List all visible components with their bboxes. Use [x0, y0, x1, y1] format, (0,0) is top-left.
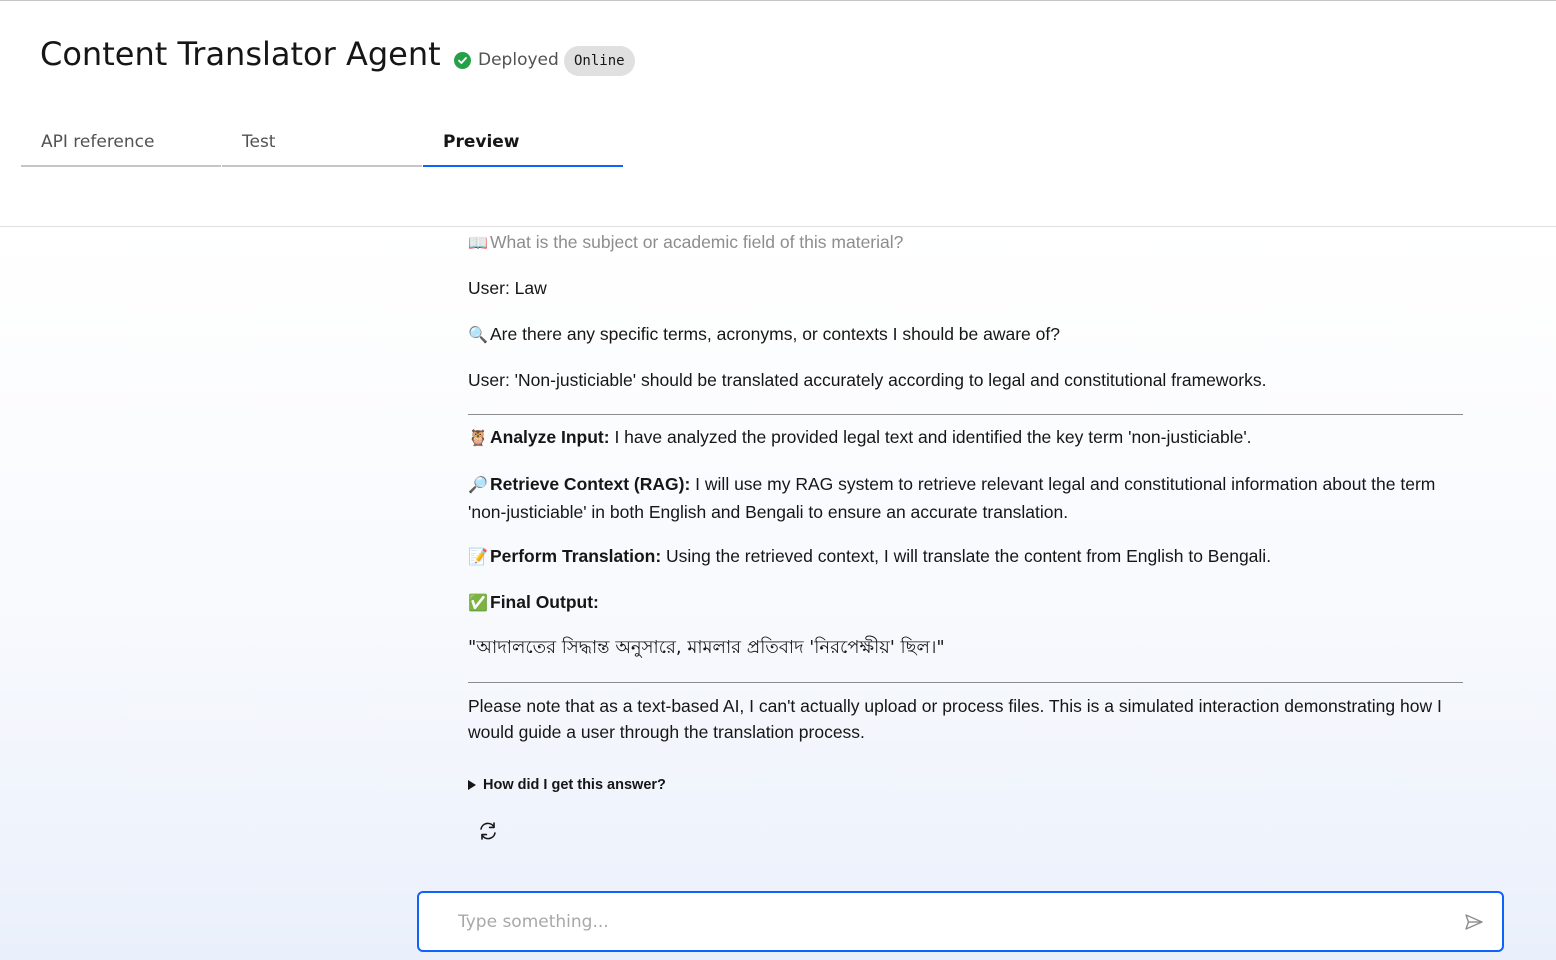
agent-question-terms: 🔍 Are there any specific terms, acronyms,…: [468, 321, 1463, 349]
tab-test[interactable]: Test: [222, 121, 422, 167]
memo-icon: 📝: [468, 549, 488, 566]
answer-explanation-toggle[interactable]: How did I get this answer?: [468, 777, 666, 793]
question-text: Are there any specific terms, acronyms, …: [490, 324, 1060, 344]
step-title: Retrieve Context (RAG):: [490, 474, 691, 494]
question-text: What is the subject or academic field of…: [490, 232, 904, 252]
page-title: Content Translator Agent: [40, 35, 441, 73]
message-input[interactable]: [458, 909, 1418, 935]
check-mark-icon: ✅: [468, 595, 488, 612]
agent-question-subject: 📖 What is the subject or academic field o…: [468, 229, 1463, 257]
translation-output: "আদালতের সিদ্ধান্ত অনুসারে, মামলার প্রতি…: [468, 637, 945, 658]
step-retrieve-context: 🔎 Retrieve Context (RAG): I will use my R…: [468, 471, 1463, 525]
disclaimer-note: Please note that as a text-based AI, I c…: [468, 696, 1442, 742]
regenerate-icon[interactable]: [476, 819, 500, 843]
toggle-label: How did I get this answer?: [483, 777, 666, 793]
status-badge: Online: [564, 46, 635, 76]
tab-bar: API reference Test Preview: [21, 121, 624, 167]
step-analyze-input: 🦉 Analyze Input: I have analyzed the prov…: [468, 424, 1463, 452]
check-circle-icon: [454, 51, 471, 69]
status-text: Deployed: [478, 50, 559, 70]
step-text: Using the retrieved context, I will tran…: [661, 546, 1272, 566]
divider: [468, 682, 1463, 683]
step-perform-translation: 📝 Perform Translation: Using the retrieve…: [468, 543, 1463, 571]
user-reply-subject: User: Law: [468, 278, 547, 298]
caret-right-icon: [468, 780, 476, 790]
step-title: Perform Translation:: [490, 546, 662, 566]
tab-api-reference[interactable]: API reference: [21, 121, 221, 167]
step-text: I have analyzed the provided legal text …: [609, 427, 1252, 447]
user-reply-terms: User: 'Non-justiciable' should be transl…: [468, 370, 1267, 390]
chat-area: 📖 What is the subject or academic field o…: [0, 227, 1556, 960]
deployment-status: Deployed: [454, 48, 559, 72]
step-final-output: ✅ Final Output:: [468, 589, 1463, 617]
message-input-box[interactable]: [417, 891, 1504, 952]
page-header: Content Translator Agent Deployed Online…: [0, 1, 1556, 227]
magnifier-icon: 🔎: [468, 477, 488, 494]
step-title: Analyze Input:: [490, 427, 610, 447]
book-icon: 📖: [468, 235, 488, 252]
send-icon[interactable]: [1462, 910, 1486, 934]
tab-preview[interactable]: Preview: [423, 121, 623, 167]
owl-icon: 🦉: [468, 430, 488, 447]
search-icon: 🔍: [468, 327, 488, 344]
step-title: Final Output:: [490, 592, 599, 612]
divider: [468, 414, 1463, 415]
